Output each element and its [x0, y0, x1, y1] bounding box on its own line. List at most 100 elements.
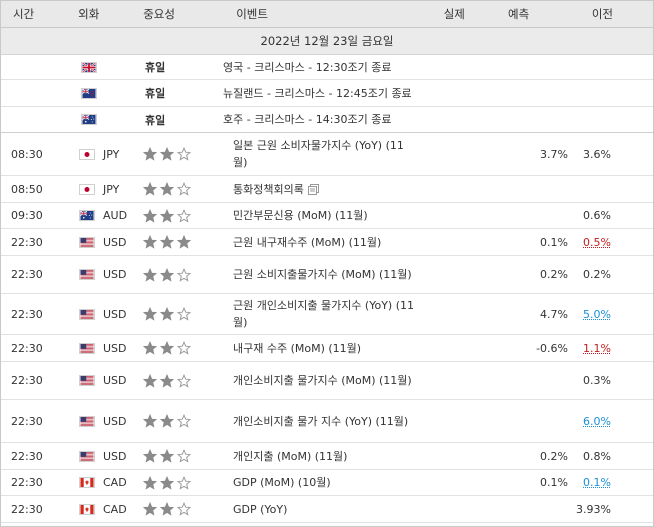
- event-name[interactable]: 근원 내구재수주 (MoM) (11월): [223, 234, 416, 251]
- row-currency: JPY: [69, 148, 133, 161]
- event-name[interactable]: 일본 근원 소비자물가지수 (YoY) (11월): [223, 137, 416, 171]
- event-row[interactable]: 22:30 CAD GDP (MoM) (10월) 0.1% 0.1%: [1, 470, 653, 496]
- event-row[interactable]: 09:30 AUD 민간부문신용 (MoM) (11월) 0.6%: [1, 203, 653, 229]
- event-row[interactable]: 22:30 USD 내구재 수주 (MoM) (11월) -0.6% 1.1%: [1, 335, 653, 362]
- event-name[interactable]: 근원 개인소비지출 물가지수 (YoY) (11월): [223, 297, 416, 331]
- nz-flag-icon: [81, 87, 97, 99]
- us-flag-icon: [79, 415, 95, 427]
- event-name[interactable]: 개인지출 (MoM) (11월): [223, 448, 416, 465]
- date-row: 2022년 12월 23일 금요일: [1, 28, 653, 55]
- event-title[interactable]: 근원 소비지출물가지수 (MoM) (11월): [233, 268, 412, 281]
- previous-value: 0.8%: [583, 449, 611, 463]
- event-row[interactable]: 22:30 USD 근원 개인소비지출 물가지수 (YoY) (11월) 4.7% 5.…: [1, 294, 653, 335]
- event-name[interactable]: 내구재 수주 (MoM) (11월): [223, 340, 416, 357]
- event-title[interactable]: 근원 개인소비지출 물가지수 (YoY) (11월): [233, 299, 414, 329]
- importance-stars: [143, 235, 191, 249]
- row-time: 22:30: [11, 374, 43, 387]
- event-row[interactable]: 22:30 CAD GDP (YoY) 3.93%: [1, 496, 653, 523]
- holiday-label: 휴일: [145, 113, 166, 127]
- event-row[interactable]: 08:50 JPY 통화정책회의록: [1, 176, 653, 203]
- event-row[interactable]: 22:30 USD 개인소비지출 물가지수 (MoM) (11월) 0.3%: [1, 362, 653, 400]
- previous-value: 0.2%: [583, 268, 611, 281]
- event-name[interactable]: GDP (YoY): [223, 501, 416, 518]
- star-icon: [160, 307, 174, 321]
- star-icon: [177, 475, 191, 490]
- forecast-value: 0.1%: [540, 235, 568, 249]
- previous-value: 0.1%: [583, 476, 611, 489]
- row-time: 08:50: [11, 182, 43, 196]
- au-flag-icon: [81, 114, 97, 125]
- event-title[interactable]: GDP (MoM) (10월): [233, 476, 331, 489]
- event-title[interactable]: 개인소비지출 물가 지수 (YoY) (11월): [233, 415, 408, 428]
- ca-flag-icon: [79, 477, 95, 488]
- event-row[interactable]: 22:30 USD 근원 내구재수주 (MoM) (11월) 0.1% 0.5%: [1, 229, 653, 256]
- star-icon: [143, 208, 157, 223]
- event-name[interactable]: 호주 - 크리스마스 - 14:30조기 종료: [223, 111, 653, 128]
- currency-code: CAD: [103, 476, 127, 489]
- row-currency: USD: [69, 342, 133, 355]
- event-row[interactable]: 22:30 USD 개인지출 (MoM) (11월) 0.2% 0.8%: [1, 443, 653, 470]
- event-row[interactable]: 08:30 JPY 일본 근원 소비자물가지수 (YoY) (11월) 3.7% 3.6…: [1, 133, 653, 176]
- forecast-value: -0.6%: [536, 341, 568, 355]
- row-importance: 휴일: [133, 112, 223, 128]
- star-icon: [143, 267, 157, 282]
- ca-flag-icon: [79, 503, 95, 515]
- forecast-value: 0.2%: [540, 268, 568, 281]
- event-name[interactable]: 개인소비지출 물가 지수 (YoY) (11월): [223, 413, 416, 430]
- event-name[interactable]: 영국 - 크리스마스 - 12:30조기 종료: [223, 59, 653, 76]
- row-currency: [69, 87, 133, 99]
- event-name[interactable]: 뉴질랜드 - 크리스마스 - 12:45조기 종료: [223, 85, 653, 102]
- row-importance: [133, 147, 223, 161]
- event-title[interactable]: 일본 근원 소비자물가지수 (YoY) (11월): [233, 139, 404, 169]
- row-currency: [69, 114, 133, 125]
- event-title[interactable]: 근원 내구재수주 (MoM) (11월): [233, 236, 381, 249]
- star-icon: [143, 147, 157, 161]
- event-name[interactable]: 근원 소비지출물가지수 (MoM) (11월): [223, 266, 416, 283]
- star-icon: [177, 147, 191, 161]
- event-row[interactable]: 22:30 USD 근원 소비지출물가지수 (MoM) (11월) 0.2% 0.2%: [1, 256, 653, 294]
- header-event: 이벤트: [236, 7, 268, 21]
- row-importance: [133, 182, 223, 196]
- currency-code: USD: [103, 414, 127, 428]
- star-icon: [160, 147, 174, 161]
- forecast-value: 0.2%: [540, 449, 568, 463]
- row-time: 22:30: [11, 502, 43, 516]
- event-title[interactable]: 통화정책회의록: [233, 183, 304, 196]
- holiday-row[interactable]: 휴일 영국 - 크리스마스 - 12:30조기 종료: [1, 55, 653, 80]
- currency-code: CAD: [103, 502, 127, 516]
- star-icon: [143, 341, 157, 355]
- header-time: 시간: [13, 7, 35, 21]
- holiday-row[interactable]: 휴일 뉴질랜드 - 크리스마스 - 12:45조기 종료: [1, 80, 653, 107]
- currency-code: JPY: [103, 182, 120, 196]
- row-time: 09:30: [11, 209, 43, 222]
- event-name[interactable]: 민간부문신용 (MoM) (11월): [223, 207, 416, 224]
- us-flag-icon: [79, 236, 95, 248]
- event-title[interactable]: 개인소비지출 물가지수 (MoM) (11월): [233, 374, 412, 387]
- event-name[interactable]: 통화정책회의록: [223, 181, 416, 198]
- previous-value: 1.1%: [583, 341, 611, 355]
- event-row[interactable]: 22:30 USD 개인소비지출 물가 지수 (YoY) (11월) 6.0%: [1, 400, 653, 443]
- star-icon: [160, 182, 174, 196]
- event-name[interactable]: 개인소비지출 물가지수 (MoM) (11월): [223, 372, 416, 389]
- event-title[interactable]: 개인지출 (MoM) (11월): [233, 450, 347, 463]
- star-icon: [160, 235, 174, 249]
- row-currency: USD: [69, 236, 133, 249]
- currency-code: USD: [103, 341, 127, 355]
- event-title[interactable]: 민간부문신용 (MoM) (11월): [233, 209, 368, 222]
- star-icon: [160, 267, 174, 282]
- star-icon: [160, 208, 174, 223]
- importance-stars: [143, 414, 191, 428]
- event-title[interactable]: 내구재 수주 (MoM) (11월): [233, 342, 361, 355]
- header-importance: 중요성: [143, 7, 175, 21]
- event-name[interactable]: GDP (MoM) (10월): [223, 474, 416, 491]
- previous-value: 3.93%: [576, 502, 611, 516]
- importance-stars: [143, 182, 191, 196]
- row-currency: [69, 61, 133, 73]
- row-importance: 휴일: [133, 85, 223, 101]
- holiday-row[interactable]: 휴일 호주 - 크리스마스 - 14:30조기 종료: [1, 107, 653, 133]
- uk-flag-icon: [81, 61, 97, 73]
- event-title[interactable]: GDP (YoY): [233, 503, 287, 516]
- importance-stars: [143, 475, 191, 490]
- document-icon[interactable]: [307, 184, 319, 195]
- row-importance: [133, 235, 223, 249]
